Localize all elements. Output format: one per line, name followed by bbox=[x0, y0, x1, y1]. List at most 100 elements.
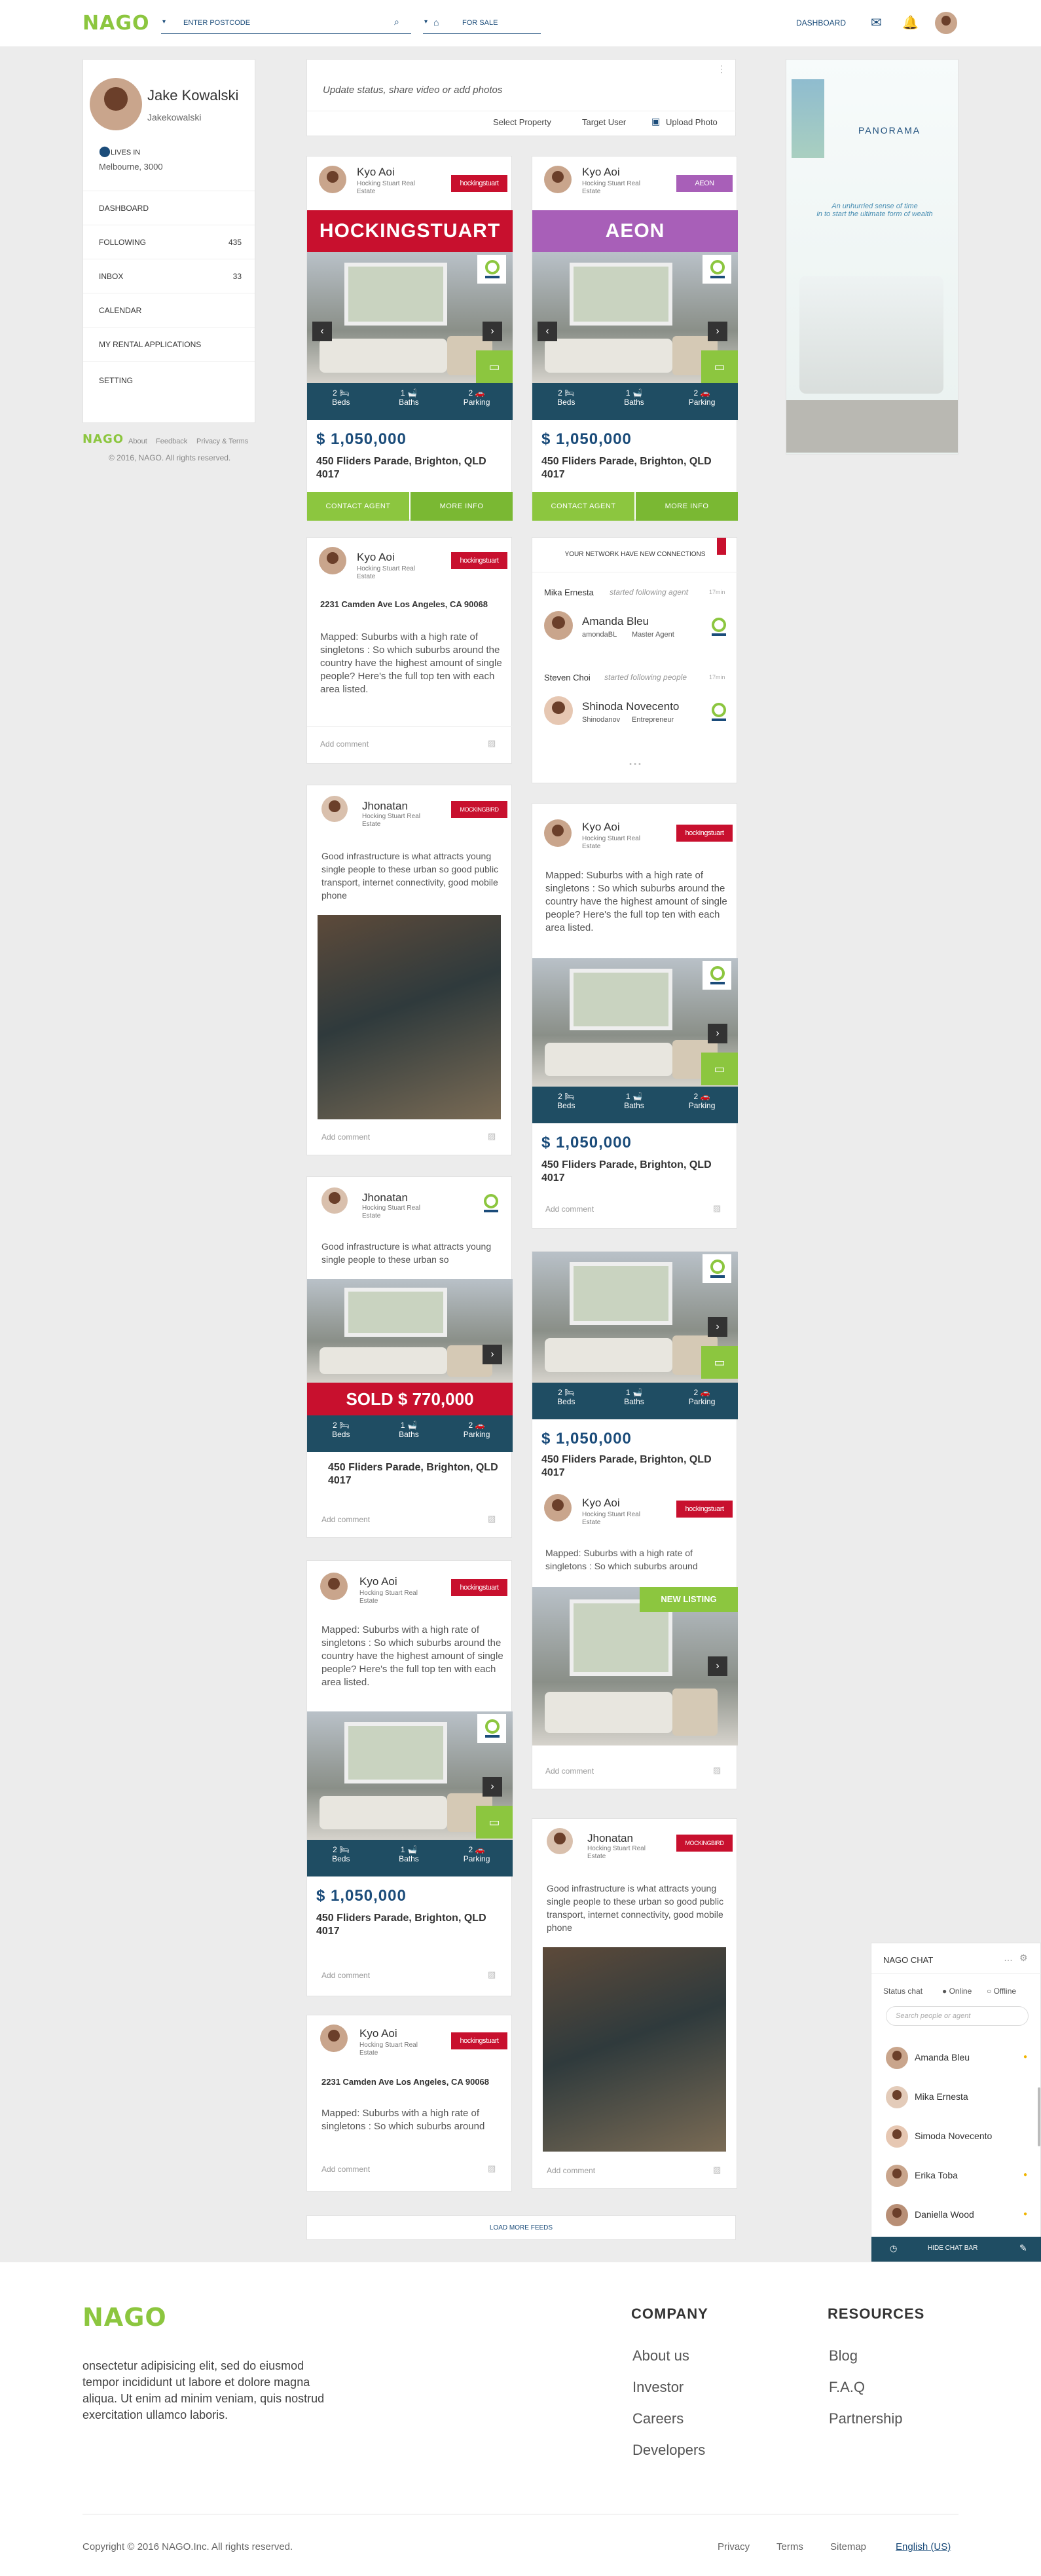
image-attach-icon[interactable]: ▨ bbox=[713, 1765, 721, 1776]
add-comment-input[interactable]: Add comment bbox=[321, 1132, 370, 1142]
about-link[interactable]: About bbox=[128, 438, 147, 445]
mail-icon[interactable]: ✉ bbox=[871, 14, 882, 31]
chat-contact[interactable]: Amanda Bleu ● bbox=[871, 2039, 1035, 2078]
agent-name[interactable]: Kyo Aoi bbox=[582, 166, 620, 179]
post-address[interactable]: 2231 Camden Ave Los Angeles, CA 90068 bbox=[321, 2077, 498, 2087]
hide-chat-button[interactable]: HIDE CHAT BAR bbox=[928, 2245, 977, 2252]
connection-name[interactable]: Shinoda Novecento bbox=[582, 700, 679, 713]
search-icon[interactable]: ⌕ bbox=[394, 16, 399, 28]
menu-item-rental-applications[interactable]: MY RENTAL APPLICATIONS bbox=[83, 327, 255, 361]
image-attach-icon[interactable]: ▨ bbox=[488, 1514, 496, 1524]
agent-avatar[interactable] bbox=[321, 1187, 348, 1214]
footer-link-about[interactable]: About us bbox=[632, 2347, 689, 2364]
sale-type-select[interactable]: ▾ ⌂ FOR SALE bbox=[423, 13, 541, 34]
agent-name[interactable]: Kyo Aoi bbox=[359, 2027, 397, 2040]
add-comment-input[interactable]: Add comment bbox=[321, 1971, 370, 1980]
agent-name[interactable]: Jhonatan bbox=[587, 1832, 633, 1845]
image-attach-icon[interactable]: ▨ bbox=[488, 1131, 496, 1142]
image-attach-icon[interactable]: ▨ bbox=[488, 2163, 496, 2174]
menu-item-dashboard[interactable]: DASHBOARD bbox=[83, 191, 255, 225]
footer-link-investor[interactable]: Investor bbox=[632, 2379, 684, 2396]
load-more-button[interactable]: LOAD MORE FEEDS bbox=[306, 2215, 736, 2240]
chat-scrollbar[interactable] bbox=[1038, 2087, 1040, 2146]
post-photo[interactable] bbox=[543, 1947, 726, 2152]
connection-avatar[interactable] bbox=[544, 611, 573, 640]
contact-agent-button[interactable]: CONTACT AGENT bbox=[532, 492, 634, 521]
dashboard-link[interactable]: DASHBOARD bbox=[796, 18, 846, 28]
agent-avatar[interactable] bbox=[321, 796, 348, 822]
connection-avatar[interactable] bbox=[544, 696, 573, 725]
image-attach-icon[interactable]: ▨ bbox=[488, 738, 496, 749]
ad-banner[interactable]: PANORAMA An unhurried sense of time in t… bbox=[786, 59, 959, 455]
more-info-button[interactable]: MORE INFO bbox=[411, 492, 513, 521]
postcode-input[interactable]: ENTER POSTCODE bbox=[183, 19, 250, 27]
feedback-link[interactable]: Feedback bbox=[156, 438, 187, 445]
add-comment-input[interactable]: Add comment bbox=[545, 1204, 594, 1214]
user-avatar[interactable] bbox=[935, 12, 957, 34]
agent-name[interactable]: Kyo Aoi bbox=[357, 166, 395, 179]
image-attach-icon[interactable]: ▨ bbox=[713, 2165, 721, 2175]
next-arrow-icon[interactable]: › bbox=[708, 322, 727, 341]
target-user-dropdown[interactable]: Target User bbox=[582, 117, 626, 127]
network-actor-name[interactable]: Steven Choi bbox=[544, 673, 591, 682]
property-photo[interactable] bbox=[307, 1279, 513, 1383]
logo[interactable]: NAGO bbox=[82, 12, 149, 35]
prev-arrow-icon[interactable]: ‹ bbox=[312, 322, 332, 341]
footer-terms-link[interactable]: Terms bbox=[776, 2541, 803, 2552]
select-property-dropdown[interactable]: Select Property bbox=[493, 117, 551, 127]
next-arrow-icon[interactable]: › bbox=[483, 1777, 502, 1797]
contact-agent-button[interactable]: CONTACT AGENT bbox=[307, 492, 409, 521]
agent-avatar[interactable] bbox=[319, 166, 346, 193]
agent-avatar[interactable] bbox=[544, 166, 572, 193]
add-comment-input[interactable]: Add comment bbox=[321, 2165, 370, 2174]
floorplan-icon[interactable]: ▭ bbox=[701, 1053, 738, 1085]
image-attach-icon[interactable]: ▨ bbox=[488, 1969, 496, 1980]
more-options-icon[interactable]: … bbox=[1004, 1952, 1013, 1963]
agent-name[interactable]: Kyo Aoi bbox=[582, 1497, 620, 1510]
footer-link-developers[interactable]: Developers bbox=[632, 2442, 705, 2459]
prev-arrow-icon[interactable]: ‹ bbox=[538, 322, 557, 341]
footer-sitemap-link[interactable]: Sitemap bbox=[830, 2541, 866, 2552]
agent-avatar[interactable] bbox=[544, 819, 572, 847]
bookmark-icon[interactable] bbox=[717, 538, 726, 555]
agent-name[interactable]: Jhonatan bbox=[362, 1191, 408, 1204]
status-input[interactable]: Update status, share video or add photos bbox=[323, 84, 502, 96]
agent-name[interactable]: Jhonatan bbox=[362, 800, 408, 813]
listing-address[interactable]: 450 Fliders Parade, Brighton, QLD 4017 bbox=[316, 1912, 506, 1938]
agent-name[interactable]: Kyo Aoi bbox=[359, 1575, 397, 1588]
chat-contact[interactable]: Daniella Wood ● bbox=[871, 2196, 1035, 2235]
add-comment-input[interactable]: Add comment bbox=[545, 1766, 594, 1776]
next-arrow-icon[interactable]: › bbox=[483, 1345, 502, 1364]
floorplan-icon[interactable]: ▭ bbox=[476, 350, 513, 383]
floorplan-icon[interactable]: ▭ bbox=[476, 1806, 513, 1839]
next-arrow-icon[interactable]: › bbox=[483, 322, 502, 341]
footer-link-blog[interactable]: Blog bbox=[829, 2347, 858, 2364]
offline-radio[interactable]: ○ Offline bbox=[987, 1987, 1016, 1996]
menu-item-inbox[interactable]: INBOX 33 bbox=[83, 259, 255, 293]
gear-icon[interactable]: ⚙ bbox=[1019, 1952, 1028, 1964]
upload-photo-button[interactable]: Upload Photo bbox=[666, 117, 718, 127]
load-more-dots[interactable]: • • • bbox=[532, 760, 738, 768]
chat-contact[interactable]: Simoda Novecento bbox=[871, 2118, 1035, 2157]
next-arrow-icon[interactable]: › bbox=[708, 1317, 727, 1337]
menu-item-calendar[interactable]: CALENDAR bbox=[83, 293, 255, 327]
floorplan-icon[interactable]: ▭ bbox=[701, 350, 738, 383]
post-photo[interactable] bbox=[318, 915, 501, 1119]
listing-address[interactable]: 450 Fliders Parade, Brighton, QLD 4017 bbox=[541, 1453, 731, 1480]
image-attach-icon[interactable]: ▨ bbox=[713, 1203, 721, 1214]
profile-name[interactable]: Jake Kowalski bbox=[147, 87, 238, 104]
online-radio[interactable]: ● Online bbox=[942, 1987, 972, 1996]
bell-icon[interactable]: 🔔 bbox=[902, 14, 919, 31]
connection-name[interactable]: Amanda Bleu bbox=[582, 615, 649, 628]
listing-address[interactable]: 450 Fliders Parade, Brighton, QLD 4017 bbox=[541, 455, 731, 481]
footer-link-faq[interactable]: F.A.Q bbox=[829, 2379, 865, 2396]
network-actor-name[interactable]: Mika Ernesta bbox=[544, 588, 594, 597]
menu-item-following[interactable]: FOLLOWING 435 bbox=[83, 225, 255, 259]
post-address[interactable]: 2231 Camden Ave Los Angeles, CA 90068 bbox=[320, 599, 497, 610]
profile-avatar[interactable] bbox=[90, 78, 142, 130]
agent-avatar[interactable] bbox=[320, 1573, 348, 1600]
listing-address[interactable]: 450 Fliders Parade, Brighton, QLD 4017 bbox=[541, 1159, 731, 1185]
footer-privacy-link[interactable]: Privacy bbox=[718, 2541, 750, 2552]
chat-search-input[interactable]: Search people or agent bbox=[886, 2006, 1029, 2026]
chat-contact[interactable]: Mika Ernesta bbox=[871, 2078, 1035, 2118]
